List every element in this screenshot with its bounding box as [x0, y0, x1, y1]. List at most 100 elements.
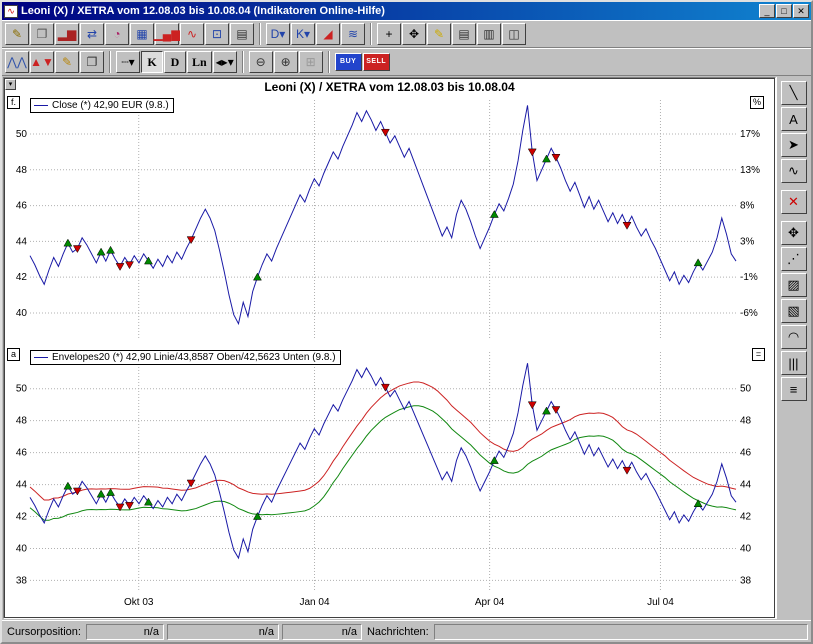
buy-sell-signals-icon[interactable]: ▲▼: [30, 51, 54, 73]
zoom-reset-icon: ⊞: [306, 56, 316, 68]
zoom-in-icon[interactable]: ⊕: [274, 51, 298, 73]
gann-fan-tool-icon: ✥: [788, 225, 799, 241]
kurs-button[interactable]: K: [141, 51, 163, 73]
svg-text:38: 38: [16, 575, 28, 586]
ln-scale-button[interactable]: Ln: [187, 51, 212, 73]
text-tool-icon[interactable]: A: [781, 107, 807, 131]
svg-text:40: 40: [16, 308, 28, 319]
line-chart-icon: ∿: [187, 28, 197, 40]
cursor-value-field: n/a: [282, 624, 362, 640]
properties-icon[interactable]: ❐: [80, 51, 104, 73]
zoom-out-icon[interactable]: ⊖: [249, 51, 273, 73]
edit-chart-icon[interactable]: ✎: [5, 23, 29, 45]
delete-tool-icon[interactable]: ✕: [781, 190, 807, 214]
scroll-dropdown: ◂▸▾: [216, 56, 234, 68]
compare-chart-icon: ≋: [348, 28, 358, 40]
scroll-dropdown[interactable]: ◂▸▾: [213, 51, 237, 73]
histogram-icon: ▁▄▆: [154, 28, 181, 40]
move-tool-icon[interactable]: ✥: [402, 23, 426, 45]
maximize-button[interactable]: □: [776, 4, 792, 18]
envelope-indicator-chart[interactable]: 5050484846464444424240403838Okt 03Jan 04…: [6, 346, 768, 610]
price-chart-legend[interactable]: Close (*) 42,90 EUR (9.8.): [30, 98, 174, 113]
bars-tool-icon[interactable]: |||: [781, 351, 807, 375]
pie-chart-icon: ◔: [113, 28, 120, 40]
mini-chart-icon[interactable]: ⋀⋀: [5, 51, 29, 73]
signal-chart-icon: ◢: [323, 28, 332, 40]
arrow-tool-icon[interactable]: ➤: [781, 133, 807, 157]
layout-icon[interactable]: ◫: [502, 23, 526, 45]
levels-tool-icon: ≡: [790, 382, 798, 397]
table-icon: ▦: [136, 28, 147, 40]
toolbar-separator: [328, 51, 330, 73]
svg-text:42: 42: [740, 512, 752, 523]
edit-chart-icon: ✎: [12, 28, 22, 40]
buy-button[interactable]: BUY: [335, 53, 362, 71]
daily-period-dropdown[interactable]: D▾: [266, 23, 290, 45]
zoom-reset-icon[interactable]: ⊞: [299, 51, 323, 73]
trendline-tool-icon[interactable]: ╲: [781, 81, 807, 105]
svg-text:48: 48: [16, 416, 28, 427]
app-icon: ∿: [4, 5, 18, 18]
arrow-tool-icon: ➤: [788, 137, 799, 153]
table-icon[interactable]: ▦: [130, 23, 154, 45]
svg-text:17%: 17%: [740, 129, 760, 140]
crosshair-icon[interactable]: +: [377, 23, 401, 45]
price-chart[interactable]: 5017%4813%468%443%42-1%40-6%: [6, 94, 768, 344]
report-icon: ▤: [458, 28, 469, 40]
messages-field: [434, 624, 808, 640]
shade-tool-icon: ▧: [787, 303, 799, 319]
fibo-fan-tool-icon[interactable]: ⋰: [781, 247, 807, 271]
pen-tool-icon[interactable]: ✎: [427, 23, 451, 45]
svg-text:Okt 03: Okt 03: [124, 597, 154, 608]
svg-text:42: 42: [16, 512, 28, 523]
buy-sell-signals-icon: ▲▼: [30, 56, 54, 68]
delete-tool-icon: ✕: [788, 194, 799, 210]
weekly-period-dropdown[interactable]: K▾: [291, 23, 315, 45]
minimize-button[interactable]: _: [759, 4, 775, 18]
line-style-dropdown: ┈▾: [121, 56, 134, 68]
report-icon[interactable]: ▤: [452, 23, 476, 45]
compare-chart-icon[interactable]: ≋: [341, 23, 365, 45]
sell-button[interactable]: SELL: [363, 53, 390, 71]
copy-page-icon: ❐: [37, 28, 48, 40]
shade-tool-icon[interactable]: ▧: [781, 299, 807, 323]
line-chart-icon[interactable]: ∿: [180, 23, 204, 45]
printer-icon[interactable]: ▤: [230, 23, 254, 45]
gann-fan-tool-icon[interactable]: ✥: [781, 221, 807, 245]
svg-text:50: 50: [16, 129, 28, 140]
pie-chart-icon[interactable]: ◔: [105, 23, 129, 45]
levels-tool-icon[interactable]: ≡: [781, 377, 807, 401]
svg-text:Jul 04: Jul 04: [647, 597, 674, 608]
monitor-chart-icon: ⊡: [212, 28, 222, 40]
svg-text:44: 44: [740, 480, 752, 491]
line-style-dropdown[interactable]: ┈▾: [116, 51, 140, 73]
svg-text:40: 40: [740, 543, 752, 554]
cursor-position-label: Cursorposition:: [5, 625, 83, 639]
curve-tool-icon[interactable]: ∿: [781, 159, 807, 183]
hatch-tool-icon[interactable]: ▨: [781, 273, 807, 297]
svg-text:3%: 3%: [740, 236, 755, 247]
close-button[interactable]: ✕: [793, 4, 809, 18]
copy-page-icon[interactable]: ❐: [30, 23, 54, 45]
svg-text:Apr 04: Apr 04: [475, 597, 505, 608]
monitor-chart-icon[interactable]: ⊡: [205, 23, 229, 45]
svg-text:38: 38: [740, 575, 752, 586]
depot-button[interactable]: D: [164, 51, 186, 73]
signal-chart-icon[interactable]: ◢: [316, 23, 340, 45]
svg-text:46: 46: [16, 448, 28, 459]
swap-panels-icon[interactable]: ⇄: [80, 23, 104, 45]
cursor-x-field: n/a: [86, 624, 164, 640]
arc-tool-icon[interactable]: ◠: [781, 325, 807, 349]
histogram-icon[interactable]: ▁▄▆: [155, 23, 179, 45]
price-legend-text: Close (*) 42,90 EUR (9.8.): [52, 100, 169, 111]
crosshair-icon: +: [385, 28, 392, 40]
chart-toolbar: ⋀⋀▲▼✎❐ ┈▾ KDLn ◂▸▾ ⊖⊕ ⊞ BUYSELL: [2, 48, 811, 76]
layout-icon: ◫: [508, 28, 519, 40]
mini-bars-icon[interactable]: ▂▆: [55, 23, 79, 45]
window-title: Leoni (X) / XETRA vom 12.08.03 bis 10.08…: [21, 5, 758, 17]
svg-text:48: 48: [16, 165, 28, 176]
main-toolbar: ✎❐▂▆⇄◔▦▁▄▆∿⊡▤D▾K▾◢≋+✥✎▤▥◫: [2, 20, 811, 48]
quote-list-icon[interactable]: ▥: [477, 23, 501, 45]
draw-icon[interactable]: ✎: [55, 51, 79, 73]
envelope-chart-legend[interactable]: Envelopes20 (*) 42,90 Linie/43,8587 Oben…: [30, 350, 341, 365]
